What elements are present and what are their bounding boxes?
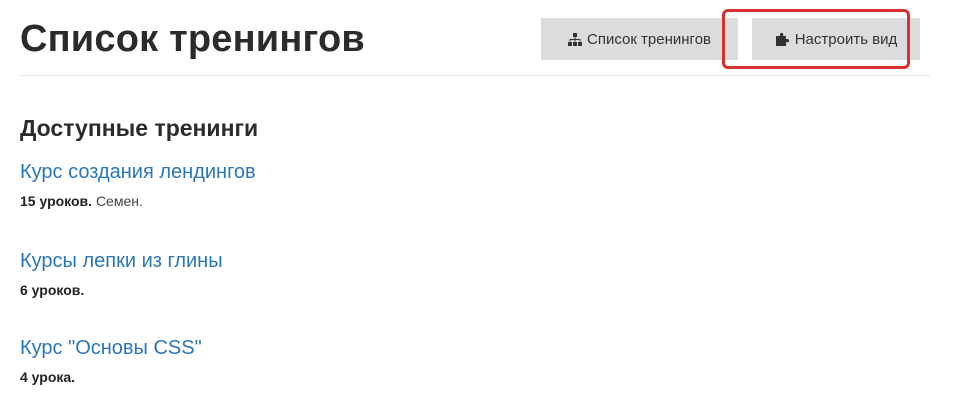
page-header: Список тренингов Список тренингов Настро… xyxy=(20,0,930,76)
list-item: Курс создания лендингов 15 уроков. Семен… xyxy=(20,160,256,210)
list-item: Курсы лепки из глины 6 уроков. xyxy=(20,249,223,299)
training-link[interactable]: Курс создания лендингов xyxy=(20,160,256,184)
page: Список тренингов Список тренингов Настро… xyxy=(0,0,965,409)
training-meta: 4 урока. xyxy=(20,368,202,386)
lesson-count: 4 урока. xyxy=(20,369,76,385)
customize-view-button[interactable]: Настроить вид xyxy=(752,18,920,60)
page-title: Список тренингов xyxy=(20,18,365,60)
training-meta: 15 уроков. Семен. xyxy=(20,192,256,210)
lesson-count: 6 уроков. xyxy=(20,282,85,298)
section-title: Доступные тренинги xyxy=(20,115,259,141)
lesson-count: 15 уроков. xyxy=(20,193,93,209)
list-item: Курс "Основы CSS" 4 урока. xyxy=(20,336,202,386)
training-link[interactable]: Курс "Основы CSS" xyxy=(20,336,202,360)
training-meta: 6 уроков. xyxy=(20,281,223,299)
puzzle-icon xyxy=(775,32,790,46)
training-list-button-label: Список тренингов xyxy=(586,30,712,48)
training-author: Семен. xyxy=(95,193,143,209)
training-link[interactable]: Курсы лепки из глины xyxy=(20,249,223,273)
sitemap-icon xyxy=(567,32,582,46)
training-list-button[interactable]: Список тренингов xyxy=(541,18,738,60)
customize-view-button-label: Настроить вид xyxy=(794,30,898,48)
